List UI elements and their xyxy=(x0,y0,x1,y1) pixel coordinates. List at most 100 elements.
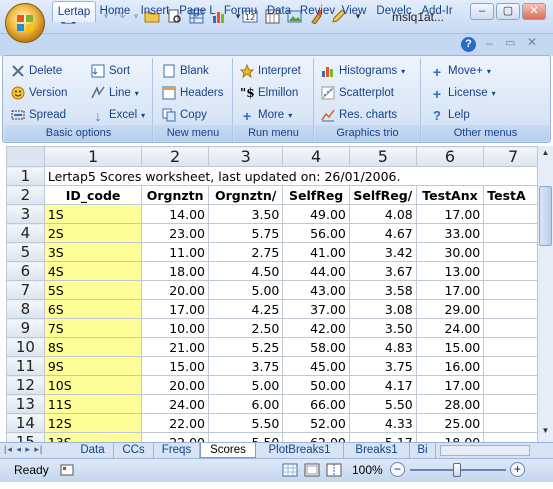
zoom-level[interactable]: 100% xyxy=(352,463,383,477)
sheet-tab-bi[interactable]: Bi xyxy=(410,443,436,458)
id-code-cell[interactable]: 1S xyxy=(43,204,143,224)
page-break-view-icon[interactable] xyxy=(326,463,342,477)
id-code-cell[interactable]: 11S xyxy=(43,394,143,414)
id-code-cell[interactable]: 8S xyxy=(43,337,143,357)
score-cell[interactable]: 6.00 xyxy=(207,394,284,414)
tab-home[interactable]: Home xyxy=(96,1,134,22)
score-cell[interactable]: 33.00 xyxy=(415,223,485,243)
more-button[interactable]: + More ▾ xyxy=(240,105,292,125)
tab-add-ins[interactable]: Add-Ir xyxy=(417,1,457,22)
row-header[interactable]: 13 xyxy=(6,394,45,414)
score-cell[interactable]: 42.00 xyxy=(282,318,350,338)
score-cell[interactable]: 3.67 xyxy=(348,261,417,281)
row-header[interactable]: 14 xyxy=(6,413,45,433)
score-cell[interactable]: 3.50 xyxy=(348,318,417,338)
elmillon-button[interactable]: "$ Elmillon xyxy=(240,83,298,103)
score-cell-empty[interactable] xyxy=(483,261,543,281)
score-cell[interactable]: 16.00 xyxy=(415,356,485,376)
col-header[interactable]: 7 xyxy=(483,146,543,167)
tab-review[interactable]: Reviev xyxy=(297,1,338,22)
score-cell-empty[interactable] xyxy=(483,394,543,414)
score-cell[interactable]: 43.00 xyxy=(282,280,350,300)
tab-view[interactable]: View xyxy=(339,1,369,22)
header-cell-orgnztn[interactable]: Orgnztn xyxy=(141,185,209,205)
score-cell[interactable]: 62.00 xyxy=(282,432,350,442)
score-cell[interactable]: 23.00 xyxy=(141,223,209,243)
header-cell-selfreg[interactable]: SelfReg xyxy=(282,185,350,205)
id-code-cell[interactable]: 7S xyxy=(43,318,143,338)
minimize-button[interactable]: – xyxy=(470,3,494,20)
id-code-cell[interactable]: 3S xyxy=(43,242,143,262)
res-charts-button[interactable]: Res. charts xyxy=(321,105,397,125)
score-cell-empty[interactable] xyxy=(483,413,543,433)
score-cell[interactable]: 5.17 xyxy=(348,432,417,442)
id-code-cell[interactable]: 9S xyxy=(43,356,143,376)
score-cell[interactable]: 3.42 xyxy=(348,242,417,262)
sheet-tab-plotbreaks1[interactable]: PlotBreaks1 xyxy=(256,443,344,458)
score-cell[interactable]: 58.00 xyxy=(282,337,350,357)
score-cell[interactable]: 4.33 xyxy=(348,413,417,433)
score-cell[interactable]: 3.50 xyxy=(207,204,284,224)
score-cell[interactable]: 3.08 xyxy=(348,299,417,319)
score-cell[interactable]: 52.00 xyxy=(282,413,350,433)
horizontal-scrollbar[interactable] xyxy=(440,445,530,456)
id-code-cell[interactable]: 13S xyxy=(43,432,143,442)
score-cell[interactable]: 18.00 xyxy=(415,432,485,442)
score-cell[interactable]: 2.75 xyxy=(207,242,284,262)
col-header[interactable]: 4 xyxy=(282,146,350,167)
score-cell[interactable]: 13.00 xyxy=(415,261,485,281)
ribbon-restore-icon[interactable]: ▭ xyxy=(505,36,515,49)
score-cell[interactable]: 4.08 xyxy=(348,204,417,224)
help-button[interactable]: ? Lelp xyxy=(430,105,470,125)
score-cell[interactable]: 22.00 xyxy=(141,413,209,433)
col-header[interactable]: 6 xyxy=(415,146,485,167)
sort-button[interactable]: Sort xyxy=(91,61,130,81)
header-cell-orgnztn-avg[interactable]: Orgnztn/ xyxy=(207,185,284,205)
score-cell[interactable]: 5.50 xyxy=(348,394,417,414)
tab-data[interactable]: Data xyxy=(263,1,295,22)
score-cell[interactable]: 18.00 xyxy=(141,261,209,281)
zoom-slider-thumb[interactable] xyxy=(453,463,461,477)
interpret-button[interactable]: Interpret xyxy=(239,61,301,81)
score-cell[interactable]: 21.00 xyxy=(141,337,209,357)
help-icon[interactable]: ? xyxy=(461,37,476,52)
delete-button[interactable]: Delete xyxy=(11,61,62,81)
zoom-out-button[interactable]: − xyxy=(390,462,405,477)
score-cell[interactable]: 2.50 xyxy=(207,318,284,338)
id-code-cell[interactable]: 12S xyxy=(43,413,143,433)
score-cell[interactable]: 14.00 xyxy=(141,204,209,224)
scroll-down-icon[interactable]: ▼ xyxy=(540,426,551,440)
move-button[interactable]: + Move+ ▾ xyxy=(430,61,491,81)
row-header[interactable]: 9 xyxy=(6,318,45,338)
score-cell[interactable]: 5.50 xyxy=(207,413,284,433)
score-cell[interactable]: 22.00 xyxy=(141,432,209,442)
row-header[interactable]: 1 xyxy=(6,166,45,186)
score-cell[interactable]: 3.58 xyxy=(348,280,417,300)
score-cell-empty[interactable] xyxy=(483,242,543,262)
sheet-tab-scores[interactable]: Scores xyxy=(200,443,256,458)
row-header[interactable]: 7 xyxy=(6,280,45,300)
header-cell-testanx[interactable]: TestAnx xyxy=(415,185,485,205)
zoom-in-button[interactable]: + xyxy=(510,462,525,477)
score-cell[interactable]: 17.00 xyxy=(415,375,485,395)
score-cell[interactable]: 24.00 xyxy=(141,394,209,414)
score-cell[interactable]: 25.00 xyxy=(415,413,485,433)
excel-button[interactable]: ↓ Excel ▾ xyxy=(91,105,146,125)
score-cell[interactable]: 66.00 xyxy=(282,394,350,414)
score-cell[interactable]: 5.75 xyxy=(207,223,284,243)
vertical-scrollbar[interactable]: ▲ ▼ xyxy=(537,146,553,442)
header-cell-id-code[interactable]: ID_code xyxy=(43,185,143,205)
version-button[interactable]: Version xyxy=(11,83,67,103)
score-cell[interactable]: 15.00 xyxy=(415,337,485,357)
sheet-tab-breaks1[interactable]: Breaks1 xyxy=(344,443,410,458)
row-header[interactable]: 4 xyxy=(6,223,45,243)
score-cell[interactable]: 50.00 xyxy=(282,375,350,395)
id-code-cell[interactable]: 5S xyxy=(43,280,143,300)
col-header[interactable]: 2 xyxy=(141,146,209,167)
score-cell[interactable]: 20.00 xyxy=(141,280,209,300)
office-button[interactable] xyxy=(5,3,45,43)
tab-page-layout[interactable]: Page L xyxy=(177,1,218,22)
sheet-tab-data[interactable]: Data xyxy=(72,443,114,458)
sheet-nav-arrows-icon[interactable]: |◂ ◂ ▸ ▸| xyxy=(4,444,43,455)
col-header[interactable]: 3 xyxy=(207,146,284,167)
